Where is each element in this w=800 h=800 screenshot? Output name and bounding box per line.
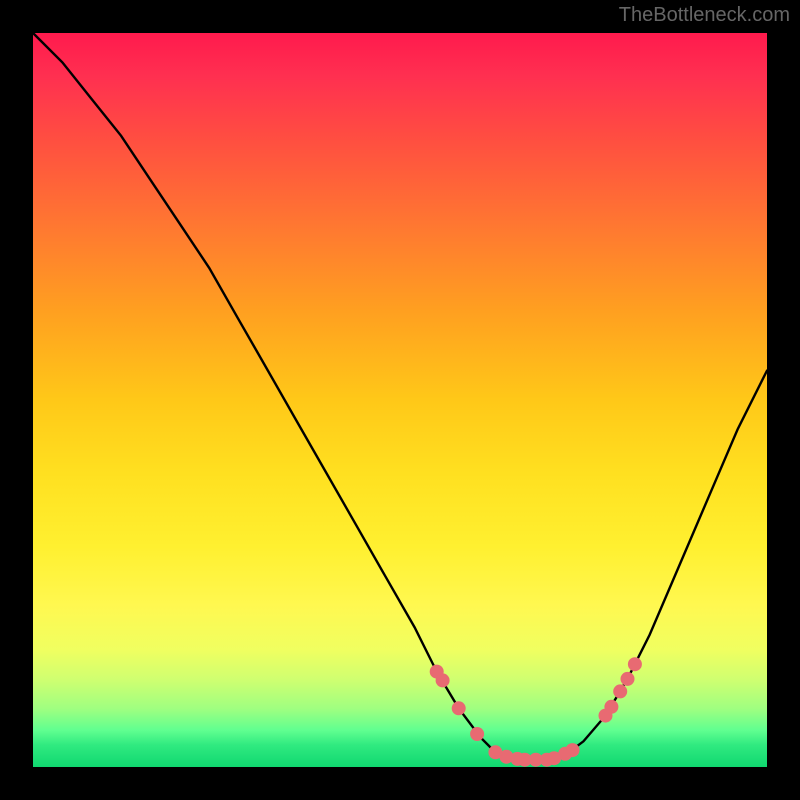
chart-plot-area xyxy=(33,33,767,767)
highlight-dot xyxy=(621,672,635,686)
highlight-dots xyxy=(430,657,642,767)
highlight-dot xyxy=(604,700,618,714)
highlight-dot xyxy=(628,657,642,671)
highlight-dot xyxy=(613,684,627,698)
watermark-text: TheBottleneck.com xyxy=(619,4,790,27)
highlight-dot xyxy=(436,673,450,687)
highlight-dot xyxy=(452,701,466,715)
bottleneck-curve xyxy=(33,33,767,760)
highlight-dot xyxy=(470,727,484,741)
highlight-dot xyxy=(566,743,580,757)
chart-svg xyxy=(33,33,767,767)
